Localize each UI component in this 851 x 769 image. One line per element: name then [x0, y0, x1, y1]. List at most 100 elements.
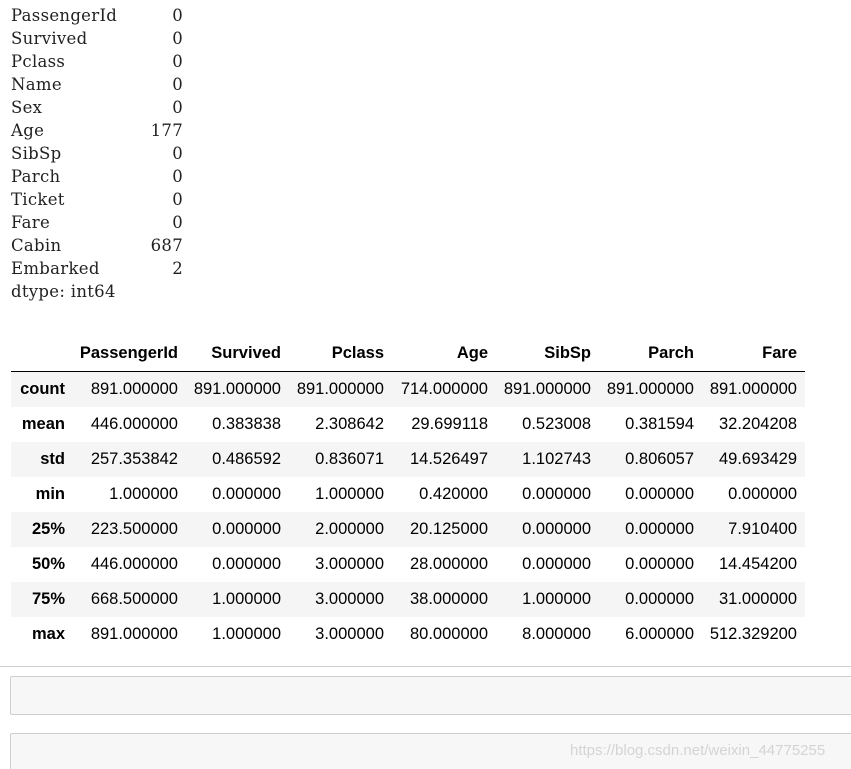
table-row: 50% 446.000000 0.000000 3.000000 28.000000 0.…: [11, 547, 805, 582]
table-row: count 891.000000 891.000000 891.000000 714.0…: [11, 371, 805, 407]
table-cell: 38.000000: [410, 590, 488, 608]
table-cell: 31.000000: [719, 590, 797, 608]
series-key: Survived: [11, 29, 88, 48]
series-row: Sex 0: [11, 96, 186, 119]
table-cell: 0.000000: [522, 485, 591, 503]
series-row: Age 177: [11, 119, 186, 142]
table-cell: 0.000000: [212, 555, 281, 573]
table-cell: 257.353842: [90, 450, 178, 468]
series-key: Ticket: [11, 190, 65, 209]
column-header: Pclass: [289, 336, 392, 372]
series-row: Name 0: [11, 73, 186, 96]
series-value: 177: [150, 121, 183, 140]
table-cell: 1.000000: [212, 590, 281, 608]
table-cell: 6.000000: [625, 625, 694, 643]
table-cell: 1.102743: [522, 450, 591, 468]
table-cell: 0.000000: [625, 555, 694, 573]
series-row: PassengerId 0: [11, 4, 186, 27]
series-row: Cabin 687: [11, 234, 186, 257]
table-cell: 891.000000: [503, 380, 591, 398]
table-cell: 891.000000: [193, 380, 281, 398]
table-cell: 3.000000: [315, 555, 384, 573]
table-cell: 3.000000: [315, 625, 384, 643]
table-cell: 891.000000: [296, 380, 384, 398]
table-cell: 891.000000: [709, 380, 797, 398]
series-value: 2: [172, 259, 183, 278]
table-cell: 29.699118: [411, 415, 488, 433]
table-row: std 257.353842 0.486592 0.836071 14.526497 1.…: [11, 442, 805, 477]
describe-table: PassengerId Survived Pclass Age SibSp Parch Fa…: [11, 336, 805, 652]
empty-code-cell[interactable]: [10, 676, 851, 715]
series-key: SibSp: [11, 144, 62, 163]
column-header: Fare: [702, 336, 805, 372]
table-row: mean 446.000000 0.383838 2.308642 29.699118 0…: [11, 407, 805, 442]
table-cell: 0.836071: [315, 450, 384, 468]
series-row: Ticket 0: [11, 188, 186, 211]
table-cell: 3.000000: [315, 590, 384, 608]
table-cell: 7.910400: [728, 520, 797, 538]
table-cell: 0.000000: [522, 520, 591, 538]
series-key: Pclass: [11, 52, 66, 71]
table-cell: 223.500000: [90, 520, 178, 538]
table-cell: 891.000000: [90, 380, 178, 398]
series-row: Pclass 0: [11, 50, 186, 73]
table-cell: 14.454200: [719, 555, 797, 573]
column-header: Parch: [599, 336, 702, 372]
column-header: Survived: [186, 336, 289, 372]
table-cell: 0.000000: [212, 520, 281, 538]
row-index-label: mean: [21, 415, 65, 433]
table-cell: 891.000000: [606, 380, 694, 398]
series-value: 0: [172, 29, 183, 48]
table-cell: 32.204208: [719, 415, 797, 433]
series-key: PassengerId: [11, 6, 118, 25]
series-rows: PassengerId 0 Survived 0 Pclass 0 Name 0 Sex 0 Age…: [11, 4, 186, 280]
series-row: Fare 0: [11, 211, 186, 234]
table-cell: 512.329200: [709, 625, 797, 643]
table-cell: 2.000000: [315, 520, 384, 538]
table-cell: 28.000000: [410, 555, 488, 573]
table-cell: 0.000000: [212, 485, 281, 503]
column-header: SibSp: [496, 336, 599, 372]
table-cell: 668.500000: [90, 590, 178, 608]
row-index-label: 50%: [31, 555, 65, 573]
series-key: Name: [11, 75, 62, 94]
row-index-label: count: [20, 380, 65, 398]
index-header: [11, 336, 73, 372]
table-cell: 446.000000: [90, 555, 178, 573]
cell-divider: [0, 666, 851, 667]
table-cell: 0.000000: [625, 485, 694, 503]
column-header: Age: [392, 336, 496, 372]
table-cell: 714.000000: [400, 380, 488, 398]
series-key: Sex: [11, 98, 43, 117]
table-row: 25% 223.500000 0.000000 2.000000 20.125000 0.…: [11, 512, 805, 547]
row-index-label: max: [31, 625, 65, 643]
table-cell: 446.000000: [90, 415, 178, 433]
table-cell: 1.000000: [109, 485, 178, 503]
null-count-series-output: PassengerId 0 Survived 0 Pclass 0 Name 0 Sex 0 Age…: [11, 4, 186, 303]
describe-table-body: count 891.000000 891.000000 891.000000 714.0…: [11, 371, 805, 652]
table-cell: 0.000000: [625, 590, 694, 608]
table-cell: 1.000000: [522, 590, 591, 608]
table-cell: 0.420000: [419, 485, 488, 503]
series-key: Cabin: [11, 236, 62, 255]
series-value: 0: [172, 6, 183, 25]
row-index-label: std: [40, 450, 65, 468]
series-value: 0: [172, 98, 183, 117]
table-cell: 0.486592: [212, 450, 281, 468]
series-value: 0: [172, 213, 183, 232]
table-cell: 80.000000: [410, 625, 488, 643]
table-cell: 0.000000: [522, 555, 591, 573]
series-key: Fare: [11, 213, 51, 232]
table-cell: 0.381594: [625, 415, 694, 433]
table-cell: 8.000000: [522, 625, 591, 643]
table-cell: 1.000000: [212, 625, 281, 643]
row-index-label: 25%: [31, 520, 65, 538]
series-dtype: dtype: int64: [11, 282, 116, 301]
table-row: 75% 668.500000 1.000000 3.000000 38.000000 1.…: [11, 582, 805, 617]
table-cell: 0.000000: [625, 520, 694, 538]
row-index-label: 75%: [31, 590, 65, 608]
series-value: 687: [150, 236, 183, 255]
header-row: PassengerId Survived Pclass Age SibSp Parch Fa…: [11, 336, 805, 372]
series-row: Embarked 2: [11, 257, 186, 280]
table-cell: 891.000000: [90, 625, 178, 643]
